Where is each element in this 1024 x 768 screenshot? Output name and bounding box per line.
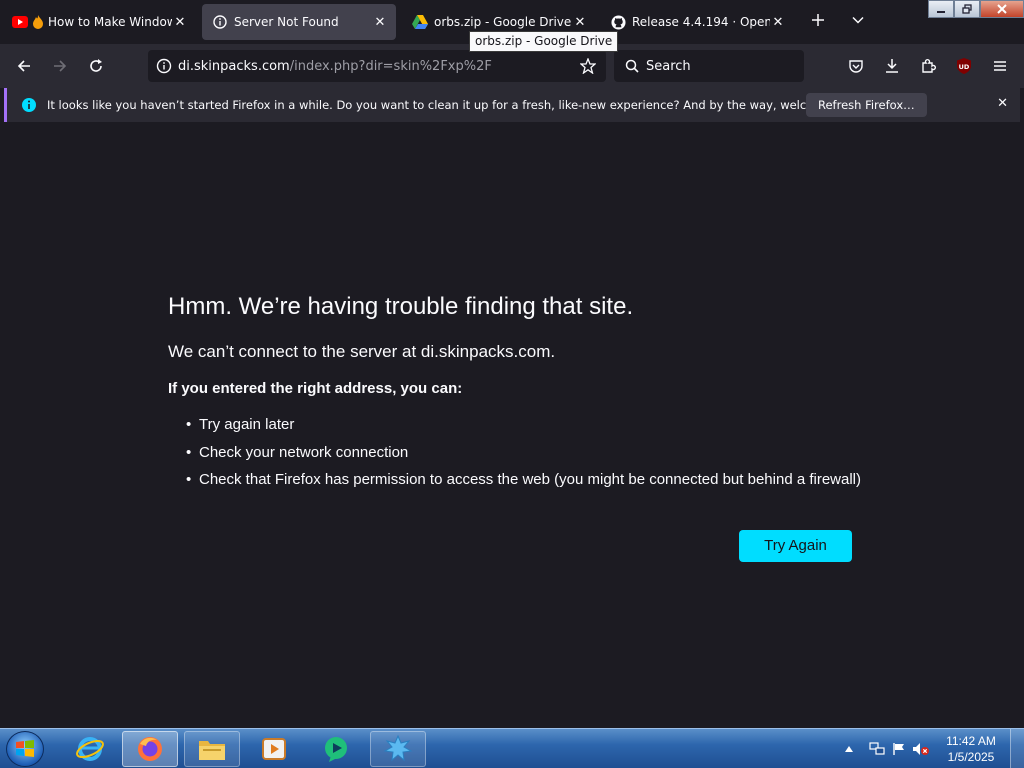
list-item: Check your network connection — [186, 439, 868, 467]
internet-explorer-icon — [76, 737, 104, 761]
tab-server-not-found[interactable]: Server Not Found ✕ — [202, 4, 396, 40]
hamburger-menu-icon — [994, 61, 1006, 71]
search-icon — [624, 58, 640, 74]
taskbar-firefox[interactable] — [122, 731, 178, 767]
error-title: Hmm. We’re having trouble finding that s… — [168, 293, 634, 320]
back-arrow-icon — [17, 60, 30, 72]
github-icon — [610, 14, 626, 30]
tab-title: Release 4.4.194 · Open-She — [632, 15, 770, 29]
notification-message: It looks like you haven’t started Firefo… — [47, 98, 868, 112]
minimize-button[interactable] — [928, 0, 954, 18]
error-container: Hmm. We’re having trouble finding that s… — [168, 290, 868, 494]
site-info-icon[interactable] — [156, 58, 172, 74]
list-item: Check that Firefox has permission to acc… — [186, 466, 868, 494]
action-center-flag-icon[interactable] — [890, 740, 908, 758]
ublock-extension-button[interactable]: UD — [950, 52, 978, 80]
download-icon — [886, 59, 898, 73]
new-tab-button[interactable] — [806, 10, 830, 34]
show-desktop-button[interactable] — [1010, 729, 1024, 768]
taskbar-chat-app[interactable] — [308, 731, 364, 767]
firefox-icon — [138, 737, 162, 761]
page-content: Hmm. We’re having trouble finding that s… — [0, 122, 1024, 728]
error-hint: If you entered the right address, you ca… — [168, 380, 463, 397]
youtube-icon — [12, 14, 28, 30]
windows-taskbar: 11:42 AM 1/5/2025 — [0, 728, 1024, 768]
pocket-icon — [849, 60, 863, 73]
forward-button[interactable] — [46, 52, 74, 80]
tab-github-release[interactable]: Release 4.4.194 · Open-She ✕ — [600, 4, 794, 40]
taskbar-file-explorer[interactable] — [184, 731, 240, 767]
close-icon[interactable]: ✕ — [572, 15, 588, 30]
network-icon[interactable] — [868, 740, 886, 758]
search-bar[interactable]: Search — [614, 50, 804, 82]
fire-emoji-icon — [30, 14, 46, 30]
try-again-button[interactable]: Try Again — [739, 530, 852, 562]
app-menu-button[interactable] — [986, 52, 1014, 80]
volume-muted-icon[interactable] — [912, 740, 930, 758]
close-icon[interactable]: ✕ — [372, 15, 388, 30]
taskbar-internet-explorer[interactable] — [62, 731, 118, 767]
puzzle-piece-icon — [922, 59, 936, 73]
close-icon[interactable]: ✕ — [172, 15, 188, 30]
error-subtitle: We can’t connect to the server at di.ski… — [168, 342, 556, 361]
list-all-tabs-button[interactable] — [846, 10, 870, 34]
show-hidden-icons-button[interactable] — [840, 740, 858, 758]
taskbar-media-player[interactable] — [246, 731, 302, 767]
folder-icon — [199, 741, 225, 760]
tab-youtube[interactable]: How to Make Windows ✕ — [2, 4, 196, 40]
bookmark-star-icon[interactable] — [580, 58, 596, 74]
tab-title: orbs.zip - Google Drive — [434, 15, 572, 29]
close-icon[interactable]: ✕ — [770, 15, 786, 30]
clock-date: 1/5/2025 — [947, 750, 995, 764]
back-button[interactable] — [10, 52, 38, 80]
chat-bubble-icon — [325, 737, 347, 762]
clock-time: 11:42 AM — [946, 734, 996, 748]
svg-text:UD: UD — [959, 63, 970, 71]
close-notification-icon[interactable]: ✕ — [997, 96, 1008, 111]
starburst-app-icon — [383, 734, 413, 762]
pocket-button[interactable] — [842, 52, 870, 80]
tab-title: Server Not Found — [234, 15, 339, 29]
clock[interactable]: 11:42 AM 1/5/2025 — [938, 733, 1004, 765]
restore-button[interactable] — [954, 0, 980, 18]
media-player-icon — [262, 738, 286, 760]
windows-logo-icon — [16, 740, 34, 757]
tab-tooltip: orbs.zip - Google Drive — [469, 31, 619, 52]
info-circle-icon — [212, 14, 228, 30]
reload-icon — [90, 59, 102, 72]
url-path: /index.php?dir=skin%2Fxp%2F — [289, 58, 492, 74]
reload-button[interactable] — [82, 52, 110, 80]
forward-arrow-icon — [54, 60, 67, 72]
extensions-button[interactable] — [914, 52, 942, 80]
list-item: Try again later — [186, 411, 868, 439]
address-bar[interactable]: di.skinpacks.com/index.php?dir=skin%2Fxp… — [148, 50, 606, 82]
tab-title: How to Make Windows — [48, 15, 172, 29]
suggestion-list: Try again later Check your network conne… — [186, 411, 868, 494]
start-button[interactable] — [6, 731, 44, 767]
url-host: di.skinpacks.com — [178, 58, 290, 74]
search-input[interactable]: Search — [646, 59, 691, 74]
notification-bar: It looks like you haven’t started Firefo… — [4, 88, 1020, 122]
downloads-button[interactable] — [878, 52, 906, 80]
system-tray: 11:42 AM 1/5/2025 — [838, 729, 1024, 768]
google-drive-icon — [412, 14, 428, 30]
refresh-firefox-button[interactable]: Refresh Firefox… — [806, 93, 927, 117]
ublock-icon: UD — [957, 58, 971, 74]
close-window-button[interactable] — [980, 0, 1024, 18]
taskbar-skinpack-app[interactable] — [370, 731, 426, 767]
info-icon — [21, 97, 37, 113]
window-controls — [928, 0, 1024, 18]
